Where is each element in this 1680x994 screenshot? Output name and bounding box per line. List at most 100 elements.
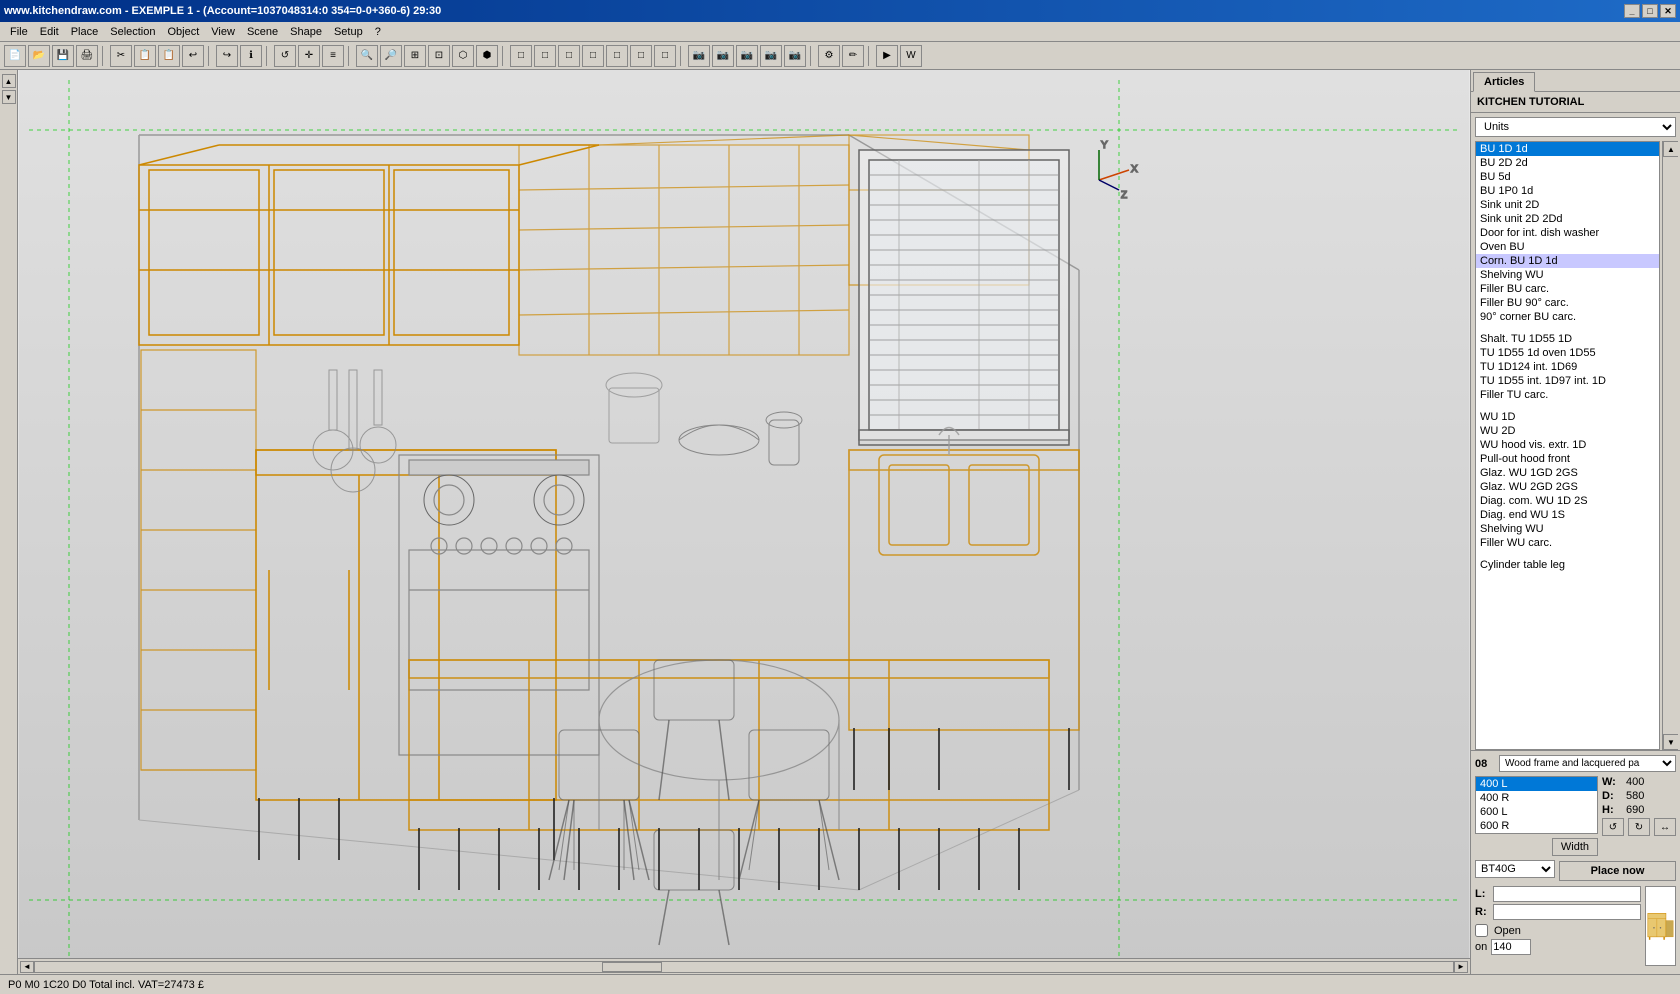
viewport[interactable]: X Y Z ◄ ►	[18, 70, 1470, 974]
list-item[interactable]: Diag. com. WU 1D 2S	[1476, 494, 1659, 508]
zoom-fit-button[interactable]: ⊞	[404, 45, 426, 67]
list-item[interactable]: Sink unit 2D	[1476, 198, 1659, 212]
size-item[interactable]: 400 R	[1476, 791, 1597, 805]
code-dropdown[interactable]: BT40G	[1475, 860, 1555, 878]
place-now-button[interactable]: Place now	[1559, 861, 1676, 881]
view3-button[interactable]: □	[558, 45, 580, 67]
undo-button[interactable]: ↩	[182, 45, 204, 67]
paste-button[interactable]: 📋	[158, 45, 180, 67]
list-item[interactable]: BU 5d	[1476, 170, 1659, 184]
open-button[interactable]: 📂	[28, 45, 50, 67]
minimize-button[interactable]: _	[1624, 4, 1640, 18]
sizes-list[interactable]: 400 L400 R600 L600 R	[1475, 776, 1598, 834]
list-item[interactable]: Glaz. WU 1GD 2GS	[1476, 466, 1659, 480]
list-item[interactable]: Filler BU carc.	[1476, 282, 1659, 296]
open-checkbox[interactable]	[1475, 924, 1488, 937]
left-scroll-down[interactable]: ▼	[2, 90, 16, 104]
camera5-button[interactable]: 📷	[784, 45, 806, 67]
list-item[interactable]: Shalt. TU 1D55 1D	[1476, 332, 1659, 346]
rotate-left-icon[interactable]: ↺	[1602, 818, 1624, 836]
zoom-in-button[interactable]: 🔍	[356, 45, 378, 67]
hscroll-left-button[interactable]: ◄	[20, 961, 34, 973]
list-item[interactable]: Pull-out hood front	[1476, 452, 1659, 466]
r-input[interactable]	[1493, 904, 1641, 920]
cross-button[interactable]: ✛	[298, 45, 320, 67]
zoom-out-button[interactable]: 🔎	[380, 45, 402, 67]
items-scroll-down[interactable]: ▼	[1663, 734, 1678, 750]
view2-button[interactable]: □	[534, 45, 556, 67]
view5-button[interactable]: □	[606, 45, 628, 67]
menu-object[interactable]: Object	[162, 24, 206, 40]
list-item[interactable]: Diag. end WU 1S	[1476, 508, 1659, 522]
on-input[interactable]	[1491, 939, 1531, 955]
zoom-next-button[interactable]: ⬢	[476, 45, 498, 67]
list-item[interactable]: BU 1D 1d	[1476, 142, 1659, 156]
camera1-button[interactable]: 📷	[688, 45, 710, 67]
width-button[interactable]: Width	[1552, 838, 1598, 856]
list-item[interactable]: TU 1D55 int. 1D97 int. 1D	[1476, 374, 1659, 388]
list-item[interactable]: Filler WU carc.	[1476, 536, 1659, 550]
view7-button[interactable]: □	[654, 45, 676, 67]
menu-setup[interactable]: Setup	[328, 24, 369, 40]
move-button[interactable]: ↪	[216, 45, 238, 67]
view6-button[interactable]: □	[630, 45, 652, 67]
w-button[interactable]: W	[900, 45, 922, 67]
new-button[interactable]: 📄	[4, 45, 26, 67]
list-item[interactable]: Shelving WU	[1476, 522, 1659, 536]
items-scroll-track[interactable]	[1663, 157, 1678, 734]
size-item[interactable]: 600 R	[1476, 819, 1597, 833]
size-item[interactable]: 600 L	[1476, 805, 1597, 819]
units-dropdown[interactable]: Units	[1475, 117, 1676, 137]
camera4-button[interactable]: 📷	[760, 45, 782, 67]
zoom-all-button[interactable]: ⊡	[428, 45, 450, 67]
view4-button[interactable]: □	[582, 45, 604, 67]
left-scroll-up[interactable]: ▲	[2, 74, 16, 88]
settings-button[interactable]: ⚙	[818, 45, 840, 67]
finish-dropdown[interactable]: Wood frame and lacquered pa	[1499, 755, 1676, 772]
list-item[interactable]: WU 1D	[1476, 410, 1659, 424]
close-button[interactable]: ✕	[1660, 4, 1676, 18]
list-item[interactable]: Corn. BU 1D 1d	[1476, 254, 1659, 268]
list-item[interactable]: Cylinder table leg	[1476, 558, 1659, 572]
info-button[interactable]: ℹ	[240, 45, 262, 67]
list-item[interactable]: Glaz. WU 2GD 2GS	[1476, 480, 1659, 494]
list-item[interactable]: Shelving WU	[1476, 268, 1659, 282]
view1-button[interactable]: □	[510, 45, 532, 67]
lines-button[interactable]: ≡	[322, 45, 344, 67]
list-item[interactable]: WU 2D	[1476, 424, 1659, 438]
rotate-button[interactable]: ↺	[274, 45, 296, 67]
menu-scene[interactable]: Scene	[241, 24, 284, 40]
items-list[interactable]: BU 1D 1dBU 2D 2dBU 5dBU 1P0 1dSink unit …	[1475, 141, 1660, 750]
list-item[interactable]: Sink unit 2D 2Dd	[1476, 212, 1659, 226]
draw-button[interactable]: ✏	[842, 45, 864, 67]
items-scroll-up[interactable]: ▲	[1663, 141, 1678, 157]
list-item[interactable]: WU hood vis. extr. 1D	[1476, 438, 1659, 452]
list-item[interactable]: Filler TU carc.	[1476, 388, 1659, 402]
flip-icon[interactable]: ↔	[1654, 818, 1676, 836]
menu-selection[interactable]: Selection	[104, 24, 161, 40]
hscroll-right-button[interactable]: ►	[1454, 961, 1468, 973]
menu-shape[interactable]: Shape	[284, 24, 328, 40]
rotate-right-icon[interactable]: ↻	[1628, 818, 1650, 836]
list-item[interactable]: TU 1D55 1d oven 1D55	[1476, 346, 1659, 360]
cut-button[interactable]: ✂	[110, 45, 132, 67]
maximize-button[interactable]: □	[1642, 4, 1658, 18]
camera2-button[interactable]: 📷	[712, 45, 734, 67]
list-item[interactable]: BU 1P0 1d	[1476, 184, 1659, 198]
menu-help[interactable]: ?	[369, 24, 387, 40]
articles-tab[interactable]: Articles	[1473, 72, 1535, 92]
camera3-button[interactable]: 📷	[736, 45, 758, 67]
size-item[interactable]: 400 L	[1476, 777, 1597, 791]
hscroll-track[interactable]	[34, 961, 1454, 973]
l-input[interactable]	[1493, 886, 1641, 902]
menu-view[interactable]: View	[205, 24, 241, 40]
list-item[interactable]: TU 1D124 int. 1D69	[1476, 360, 1659, 374]
copy-button[interactable]: 📋	[134, 45, 156, 67]
menu-edit[interactable]: Edit	[34, 24, 65, 40]
list-item[interactable]: 90° corner BU carc.	[1476, 310, 1659, 324]
list-item[interactable]: Filler BU 90° carc.	[1476, 296, 1659, 310]
print-button[interactable]: 🖨	[76, 45, 98, 67]
zoom-prev-button[interactable]: ⬡	[452, 45, 474, 67]
list-item[interactable]: Door for int. dish washer	[1476, 226, 1659, 240]
play-button[interactable]: ▶	[876, 45, 898, 67]
